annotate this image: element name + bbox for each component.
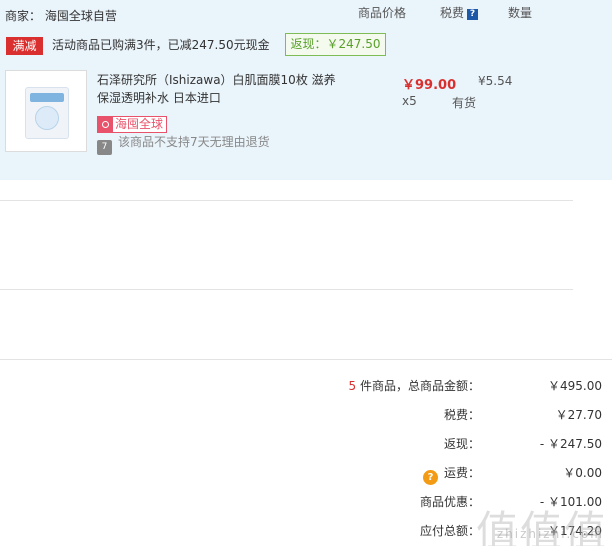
- divider: [0, 289, 573, 290]
- item-quantity: x5: [402, 94, 417, 108]
- header-price: 商品价格: [358, 6, 407, 20]
- shipping-help-icon[interactable]: ?: [422, 470, 438, 485]
- badge-label: 海囤全球: [115, 117, 164, 131]
- item-tax: ¥5.54: [478, 74, 513, 88]
- summary-tax-label: 税费：: [443, 408, 480, 422]
- product-image[interactable]: [5, 70, 87, 152]
- summary-shipping-label: ? 运费：: [422, 464, 480, 485]
- shipping-label-text: 运费：: [443, 466, 480, 480]
- promo-text: 活动商品已购满3件，已减247.50元现金: [52, 38, 270, 52]
- summary-rebate-label: 返现：: [443, 437, 480, 451]
- header-tax: 税费?: [440, 4, 479, 21]
- summary-discount-label: 商品优惠：: [419, 495, 480, 509]
- summary-count-label: 5 件商品，总商品金额：: [349, 377, 480, 394]
- tax-help-icon[interactable]: ?: [467, 9, 479, 20]
- product-title-link[interactable]: 石泽研究所（Ishizawa）白肌面膜10枚 滋养保湿透明补水 日本进口: [97, 71, 337, 107]
- header-qty: 数量: [508, 6, 533, 20]
- header-tax-label: 税费: [440, 6, 465, 20]
- item-price: ￥99.00: [402, 78, 457, 93]
- no-return-icon: 7: [97, 140, 112, 155]
- stock-status: 有货: [452, 96, 477, 110]
- no-return-notice: 7 该商品不支持7天无理由退货: [97, 134, 270, 155]
- promo-tag: 满减: [6, 37, 43, 55]
- summary-divider: [0, 359, 612, 360]
- summary-rebate-value: - ￥247.50: [539, 437, 602, 451]
- no-return-text: 该商品不支持7天无理由退货: [118, 135, 270, 149]
- seller-name: 商家： 海囤全球自营: [5, 9, 117, 23]
- count-suffix: 件商品，总商品金额：: [356, 379, 480, 393]
- summary-payable-label: 应付总额：: [419, 524, 480, 538]
- summary-tax-value: ￥27.70: [555, 408, 602, 422]
- summary-shipping-value: ￥0.00: [563, 466, 602, 480]
- global-store-icon: [98, 117, 113, 132]
- site-watermark-url: zhizhizhi.com: [496, 527, 604, 541]
- face-mask-pack-icon: [25, 87, 69, 139]
- rebate-badge: 返现：￥247.50: [285, 33, 386, 56]
- divider: [0, 200, 573, 201]
- haitun-global-badge: 海囤全球: [97, 116, 168, 133]
- summary-total: ￥495.00: [548, 379, 602, 393]
- store-panel: 商家： 海囤全球自营 商品价格 税费? 数量 满减 活动商品已购满3件，已减24…: [0, 0, 612, 180]
